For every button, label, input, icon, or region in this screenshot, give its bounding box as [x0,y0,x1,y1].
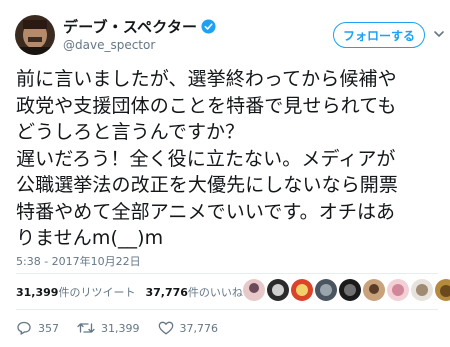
like-button[interactable]: 37,776 [158,321,219,335]
liker-avatar[interactable] [387,279,409,301]
liker-avatars [243,279,450,301]
reply-button[interactable]: 357 [16,321,59,335]
like-count: 37,776 [179,321,219,335]
divider [16,309,438,310]
heart-icon [158,321,173,335]
tweet-text: 前に言いましたが、選挙終わってから候補や 政党や支援団体のことを特番で見せられて… [16,68,399,249]
retweets-label: 件のリツイート [58,286,136,299]
follow-button[interactable]: フォローする [333,22,425,48]
retweet-button[interactable]: 31,399 [77,321,140,335]
retweets-count: 31,399 [16,286,59,299]
engagement-stats: 31,399件のリツイート 37,776件のいいね [16,284,243,300]
likes-stat[interactable]: 37,776件のいいね [145,284,242,300]
liker-avatar[interactable] [315,279,337,301]
divider [16,273,438,274]
reply-icon [17,321,31,335]
author-name-row[interactable]: デーブ・スペクター [63,16,216,36]
liker-avatar[interactable] [267,279,289,301]
likes-label: 件のいいね [187,286,243,299]
verified-badge-icon [201,18,216,34]
liker-avatar[interactable] [243,279,265,301]
reply-count: 357 [38,321,59,335]
retweet-count: 31,399 [101,321,140,335]
chevron-down-icon[interactable] [433,26,445,42]
tweet-timestamp[interactable]: 5:38 - 2017年10月22日 [16,253,141,269]
tweet-actions: 357 31,399 37,776 [16,321,236,335]
retweets-stat[interactable]: 31,399件のリツイート [16,284,135,300]
avatar[interactable] [15,15,55,55]
likes-count: 37,776 [145,286,188,299]
author-display-name[interactable]: デーブ・スペクター [63,16,197,37]
liker-avatar[interactable] [435,279,450,301]
retweet-icon [77,323,95,333]
liker-avatar[interactable] [363,279,385,301]
liker-avatar[interactable] [291,279,313,301]
author-handle[interactable]: @dave_spector [63,38,155,52]
liker-avatar[interactable] [339,279,361,301]
liker-avatar[interactable] [411,279,433,301]
